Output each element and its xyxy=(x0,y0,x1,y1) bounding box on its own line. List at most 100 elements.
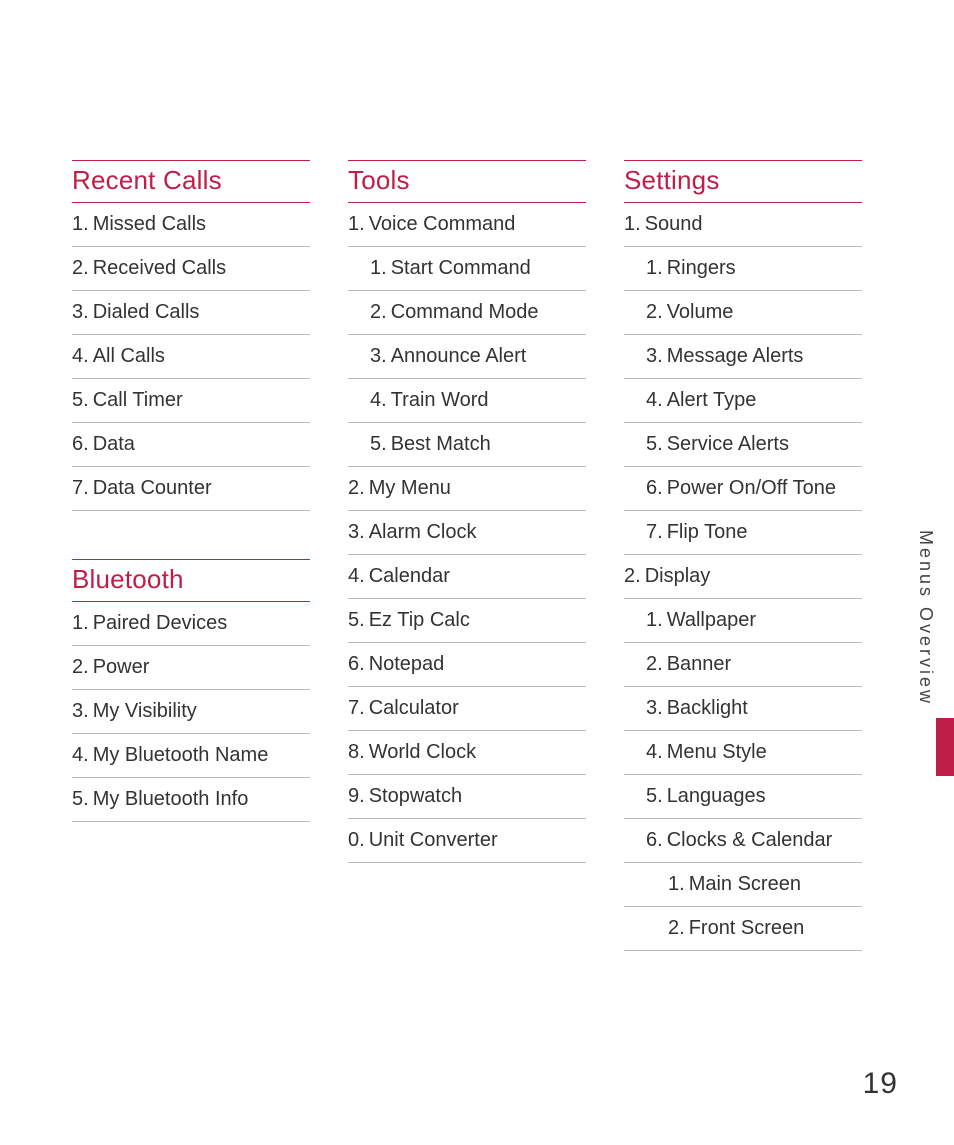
menu-item-label: Announce Alert xyxy=(391,343,527,370)
menu-item-number: 7. xyxy=(348,695,365,722)
menu-item-number: 1. xyxy=(624,211,641,238)
menu-item-number: 3. xyxy=(370,343,387,370)
menu-item: 6.Notepad xyxy=(348,643,586,687)
menu-item: 6.Clocks & Calendar xyxy=(624,819,862,863)
menu-item: 3.Alarm Clock xyxy=(348,511,586,555)
menu-item-label: Voice Command xyxy=(369,211,516,238)
menu-item-number: 4. xyxy=(646,739,663,766)
menu-item-number: 4. xyxy=(646,387,663,414)
page-number: 19 xyxy=(863,1067,898,1101)
menu-item: 4.My Bluetooth Name xyxy=(72,734,310,778)
menu-item: 7.Data Counter xyxy=(72,467,310,511)
menu-item: 4.All Calls xyxy=(72,335,310,379)
menu-item-label: My Menu xyxy=(369,475,451,502)
menu-item-label: Alarm Clock xyxy=(369,519,477,546)
menu-item-number: 3. xyxy=(646,343,663,370)
menu-item: 5.Call Timer xyxy=(72,379,310,423)
menu-item-label: My Visibility xyxy=(93,698,197,725)
menu-item: 2.Banner xyxy=(624,643,862,687)
menu-item: 4.Train Word xyxy=(348,379,586,423)
menu-item-label: Menu Style xyxy=(667,739,767,766)
menu-item: 6.Power On/Off Tone xyxy=(624,467,862,511)
menu-item-number: 5. xyxy=(370,431,387,458)
column: Tools1.Voice Command1.Start Command2.Com… xyxy=(348,160,586,999)
menu-item-label: Best Match xyxy=(391,431,491,458)
menu-item-number: 6. xyxy=(72,431,89,458)
side-tab-label: Menus Overview xyxy=(915,530,936,706)
menu-item-number: 3. xyxy=(646,695,663,722)
menu-item-number: 2. xyxy=(646,299,663,326)
menu-item-number: 3. xyxy=(72,698,89,725)
section-title: Settings xyxy=(624,160,862,203)
menu-item-label: Call Timer xyxy=(93,387,183,414)
menu-item-label: Notepad xyxy=(369,651,445,678)
side-tab-accent xyxy=(936,718,954,776)
section-title: Tools xyxy=(348,160,586,203)
section-title: Bluetooth xyxy=(72,559,310,602)
menu-item-label: Dialed Calls xyxy=(93,299,200,326)
menu-item: 3.Announce Alert xyxy=(348,335,586,379)
menu-item: 1.Paired Devices xyxy=(72,602,310,646)
menu-item-label: Clocks & Calendar xyxy=(667,827,833,854)
menu-item-label: Main Screen xyxy=(689,871,801,898)
menu-item: 0.Unit Converter xyxy=(348,819,586,863)
column: Recent Calls1.Missed Calls2.Received Cal… xyxy=(72,160,310,999)
menu-section: Tools1.Voice Command1.Start Command2.Com… xyxy=(348,160,586,863)
page-content: Recent Calls1.Missed Calls2.Received Cal… xyxy=(0,0,954,1039)
menu-item-label: Languages xyxy=(667,783,766,810)
menu-item-label: Calendar xyxy=(369,563,450,590)
menu-item-number: 1. xyxy=(348,211,365,238)
menu-item-label: Wallpaper xyxy=(667,607,756,634)
menu-item-number: 1. xyxy=(668,871,685,898)
menu-item: 3.Backlight xyxy=(624,687,862,731)
menu-item: 4.Calendar xyxy=(348,555,586,599)
menu-item-number: 5. xyxy=(348,607,365,634)
menu-item-label: Train Word xyxy=(391,387,489,414)
menu-item-label: Command Mode xyxy=(391,299,539,326)
menu-item-number: 4. xyxy=(72,343,89,370)
menu-item: 1.Missed Calls xyxy=(72,203,310,247)
menu-item-number: 6. xyxy=(348,651,365,678)
menu-item: 3.Dialed Calls xyxy=(72,291,310,335)
menu-section: Settings1.Sound1.Ringers2.Volume3.Messag… xyxy=(624,160,862,951)
menu-item-number: 1. xyxy=(646,255,663,282)
menu-item: 5.My Bluetooth Info xyxy=(72,778,310,822)
menu-item-label: Power xyxy=(93,654,150,681)
menu-item-label: Message Alerts xyxy=(667,343,804,370)
menu-item-number: 8. xyxy=(348,739,365,766)
menu-item-number: 6. xyxy=(646,827,663,854)
menu-item: 6.Data xyxy=(72,423,310,467)
menu-item-number: 1. xyxy=(72,211,89,238)
menu-item-label: World Clock xyxy=(369,739,476,766)
menu-item: 2.Power xyxy=(72,646,310,690)
menu-item-label: Ringers xyxy=(667,255,736,282)
menu-item-label: Sound xyxy=(645,211,703,238)
menu-item: 1.Voice Command xyxy=(348,203,586,247)
menu-item: 1.Wallpaper xyxy=(624,599,862,643)
menu-item: 4.Menu Style xyxy=(624,731,862,775)
menu-item-label: Volume xyxy=(667,299,734,326)
menu-item: 1.Sound xyxy=(624,203,862,247)
menu-item-number: 2. xyxy=(624,563,641,590)
menu-item-number: 6. xyxy=(646,475,663,502)
menu-item-label: Paired Devices xyxy=(93,610,228,637)
menu-item: 3.Message Alerts xyxy=(624,335,862,379)
menu-item-number: 7. xyxy=(646,519,663,546)
menu-item-number: 1. xyxy=(646,607,663,634)
menu-item-number: 7. xyxy=(72,475,89,502)
menu-item: 5.Service Alerts xyxy=(624,423,862,467)
menu-item: 2.Command Mode xyxy=(348,291,586,335)
menu-item-label: Data xyxy=(93,431,135,458)
menu-item-label: My Bluetooth Info xyxy=(93,786,249,813)
menu-item: 2.My Menu xyxy=(348,467,586,511)
menu-item: 1.Start Command xyxy=(348,247,586,291)
menu-item: 2.Received Calls xyxy=(72,247,310,291)
menu-item-label: Missed Calls xyxy=(93,211,206,238)
menu-item-label: All Calls xyxy=(93,343,165,370)
menu-item: 9.Stopwatch xyxy=(348,775,586,819)
menu-item: 8.World Clock xyxy=(348,731,586,775)
menu-section: Recent Calls1.Missed Calls2.Received Cal… xyxy=(72,160,310,511)
menu-item-label: Front Screen xyxy=(689,915,805,942)
menu-item-label: Display xyxy=(645,563,711,590)
menu-item-number: 5. xyxy=(646,431,663,458)
